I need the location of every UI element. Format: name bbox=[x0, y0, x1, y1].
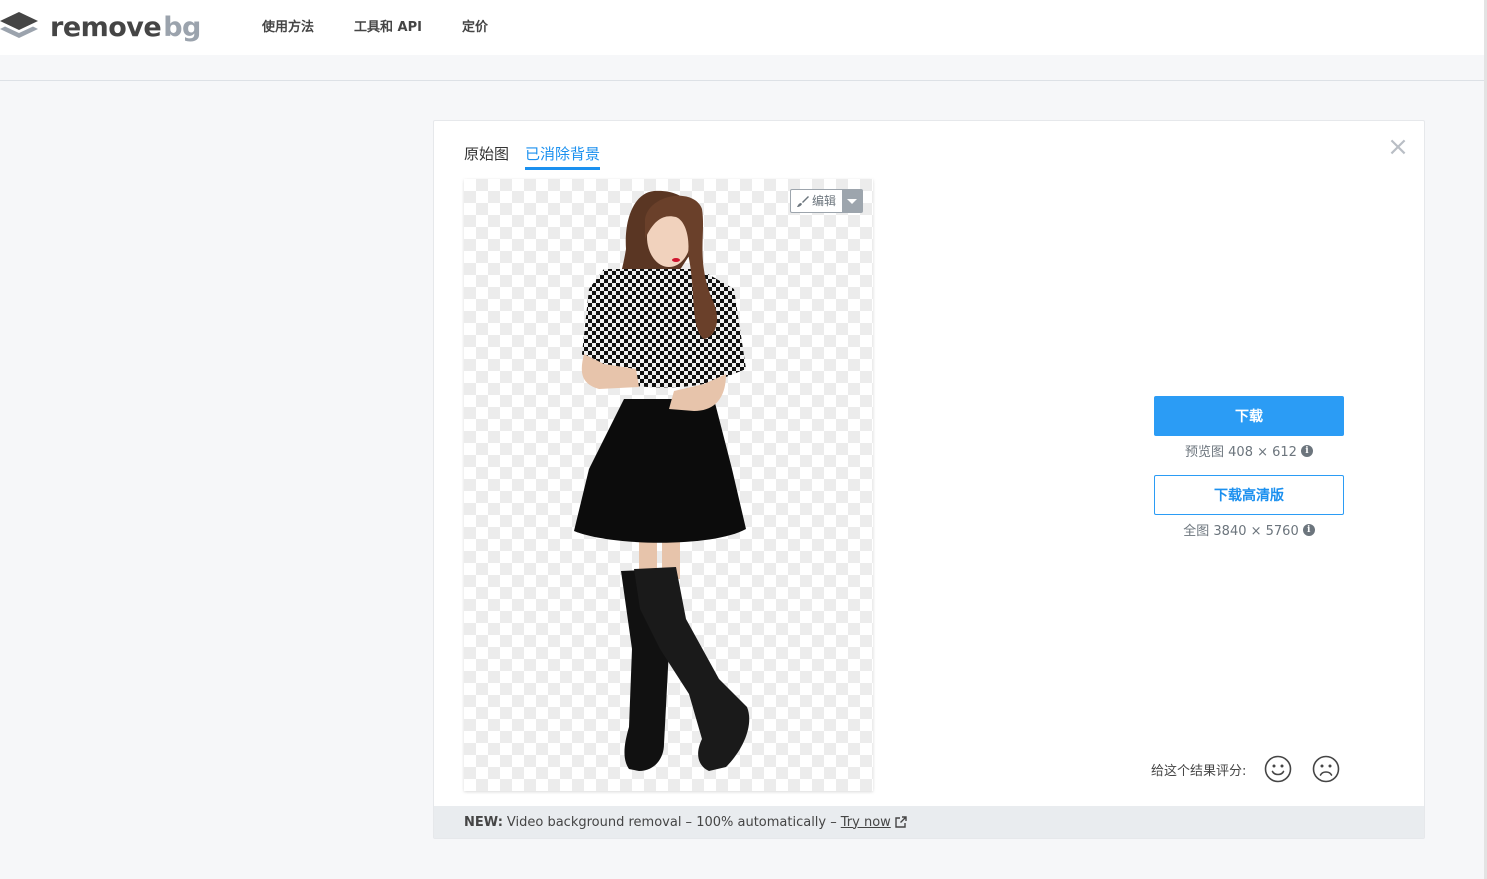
logo[interactable]: removebg bbox=[0, 10, 201, 46]
promo-new-label: NEW: bbox=[464, 814, 503, 830]
nav-how-to-use[interactable]: 使用方法 bbox=[262, 18, 314, 38]
hd-size-label: 全图 3840 × 5760 bbox=[1183, 524, 1299, 539]
top-navigation-bar: removebg 使用方法 工具和 API 定价 bbox=[0, 0, 1487, 55]
smile-icon[interactable] bbox=[1264, 755, 1292, 783]
external-link-icon[interactable] bbox=[895, 816, 907, 828]
preview-size-info: 预览图 408 × 612 i bbox=[1154, 441, 1344, 460]
brush-icon bbox=[796, 196, 809, 207]
logo-layers-icon bbox=[0, 12, 38, 38]
nav-tools-api[interactable]: 工具和 API bbox=[354, 18, 422, 38]
edit-button-group: 编辑 bbox=[789, 189, 863, 213]
tab-original[interactable]: 原始图 bbox=[464, 143, 509, 170]
info-icon[interactable]: i bbox=[1302, 523, 1315, 536]
edit-dropdown-toggle[interactable] bbox=[842, 190, 862, 212]
caret-down-icon bbox=[847, 198, 857, 204]
promo-try-now-link[interactable]: Try now bbox=[841, 815, 891, 830]
tab-removed-background[interactable]: 已消除背景 bbox=[525, 143, 601, 170]
result-preview: 编辑 bbox=[464, 179, 873, 791]
download-hd-button[interactable]: 下载高清版 bbox=[1154, 475, 1344, 515]
cutout-image bbox=[574, 190, 750, 771]
info-icon[interactable]: i bbox=[1300, 444, 1313, 457]
edit-label: 编辑 bbox=[811, 194, 836, 208]
frown-icon[interactable] bbox=[1312, 755, 1340, 783]
edit-button[interactable]: 编辑 bbox=[791, 190, 842, 212]
result-card: × 原始图 已消除背景 编辑 下载 预览图 408 × 612 i 下载高清版 … bbox=[433, 120, 1425, 839]
download-button[interactable]: 下载 bbox=[1154, 396, 1344, 436]
promo-text: Video background removal – 100% automati… bbox=[506, 814, 837, 830]
close-icon[interactable]: × bbox=[1386, 134, 1410, 160]
image-tabs: 原始图 已消除背景 bbox=[464, 143, 601, 170]
rating-section: 给这个结果评分: bbox=[1151, 755, 1340, 783]
header-divider bbox=[0, 80, 1487, 81]
logo-text: removebg bbox=[50, 12, 201, 43]
promo-footer: NEW: Video background removal – 100% aut… bbox=[434, 806, 1424, 838]
main-nav: 使用方法 工具和 API 定价 bbox=[262, 18, 488, 38]
hd-size-info: 全图 3840 × 5760 i bbox=[1154, 520, 1344, 539]
rating-label: 给这个结果评分: bbox=[1151, 763, 1247, 779]
nav-pricing[interactable]: 定价 bbox=[462, 18, 488, 38]
preview-size-label: 预览图 408 × 612 bbox=[1185, 445, 1297, 460]
